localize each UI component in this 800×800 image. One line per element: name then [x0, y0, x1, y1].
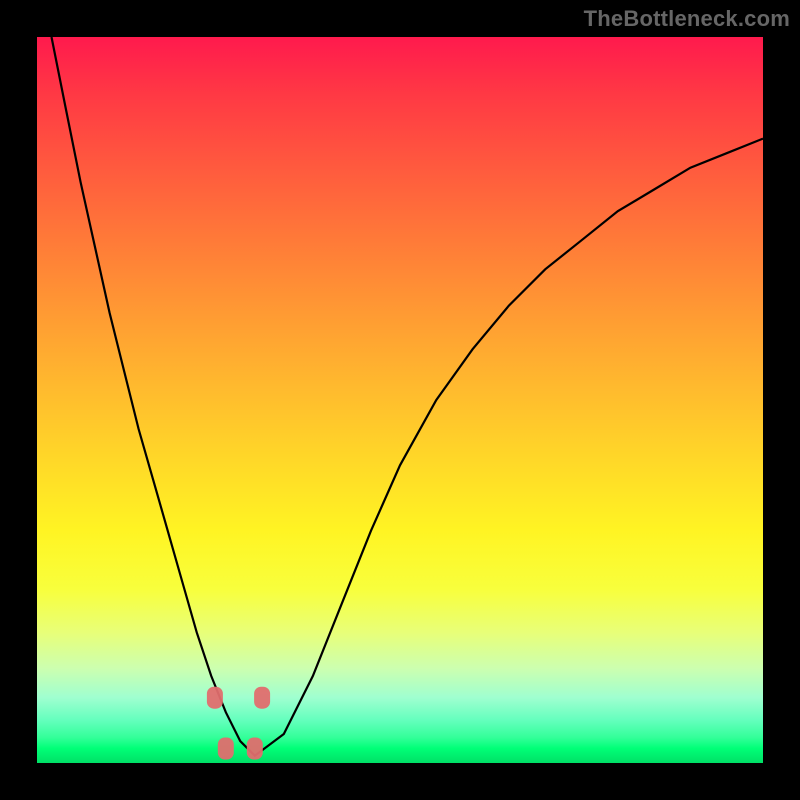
watermark-text: TheBottleneck.com — [584, 6, 790, 32]
bottleneck-curve — [52, 37, 764, 756]
chart-frame: TheBottleneck.com — [0, 0, 800, 800]
markers-group — [207, 687, 270, 760]
curve-marker — [254, 687, 270, 709]
curve-svg — [37, 37, 763, 763]
curve-marker — [207, 687, 223, 709]
curve-marker — [218, 738, 234, 760]
plot-area — [37, 37, 763, 763]
curve-marker — [247, 738, 263, 760]
